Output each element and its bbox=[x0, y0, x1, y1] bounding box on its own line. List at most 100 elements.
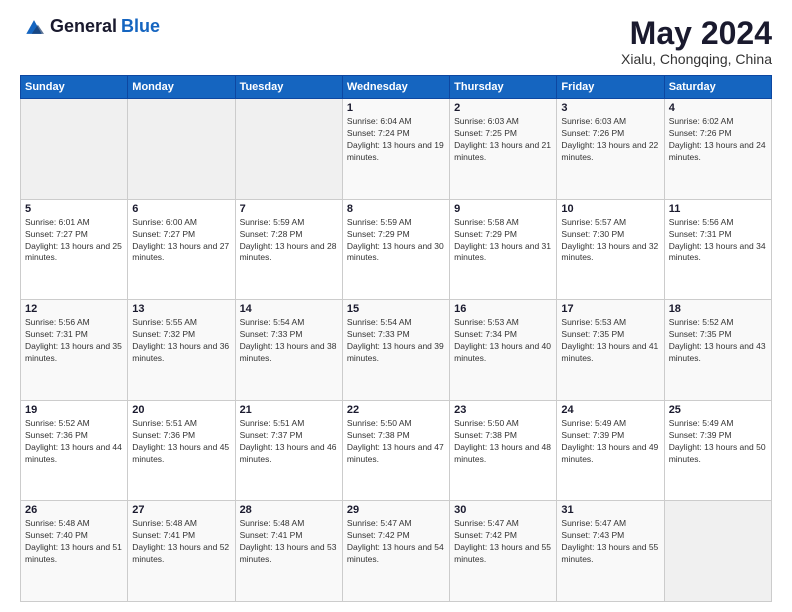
calendar-week-2: 5 Sunrise: 6:01 AMSunset: 7:27 PMDayligh… bbox=[21, 199, 772, 300]
calendar-body: 1 Sunrise: 6:04 AMSunset: 7:24 PMDayligh… bbox=[21, 99, 772, 602]
calendar-cell: 28 Sunrise: 5:48 AMSunset: 7:41 PMDaylig… bbox=[235, 501, 342, 602]
header: General Blue May 2024 Xialu, Chongqing, … bbox=[20, 16, 772, 67]
calendar-week-3: 12 Sunrise: 5:56 AMSunset: 7:31 PMDaylig… bbox=[21, 300, 772, 401]
day-number: 27 bbox=[132, 504, 230, 516]
calendar-cell: 8 Sunrise: 5:59 AMSunset: 7:29 PMDayligh… bbox=[342, 199, 449, 300]
day-number: 31 bbox=[561, 504, 659, 516]
day-info: Sunrise: 5:58 AMSunset: 7:29 PMDaylight:… bbox=[454, 217, 551, 263]
day-number: 6 bbox=[132, 203, 230, 215]
day-number: 18 bbox=[669, 303, 767, 315]
day-info: Sunrise: 6:00 AMSunset: 7:27 PMDaylight:… bbox=[132, 217, 229, 263]
day-info: Sunrise: 5:48 AMSunset: 7:41 PMDaylight:… bbox=[132, 518, 229, 564]
header-wednesday: Wednesday bbox=[342, 76, 449, 99]
calendar-week-5: 26 Sunrise: 5:48 AMSunset: 7:40 PMDaylig… bbox=[21, 501, 772, 602]
calendar-cell: 1 Sunrise: 6:04 AMSunset: 7:24 PMDayligh… bbox=[342, 99, 449, 200]
day-info: Sunrise: 5:53 AMSunset: 7:34 PMDaylight:… bbox=[454, 317, 551, 363]
day-number: 1 bbox=[347, 102, 445, 114]
day-info: Sunrise: 5:59 AMSunset: 7:28 PMDaylight:… bbox=[240, 217, 337, 263]
day-info: Sunrise: 5:47 AMSunset: 7:42 PMDaylight:… bbox=[347, 518, 444, 564]
calendar-cell: 26 Sunrise: 5:48 AMSunset: 7:40 PMDaylig… bbox=[21, 501, 128, 602]
day-info: Sunrise: 5:54 AMSunset: 7:33 PMDaylight:… bbox=[240, 317, 337, 363]
day-info: Sunrise: 5:53 AMSunset: 7:35 PMDaylight:… bbox=[561, 317, 658, 363]
day-info: Sunrise: 6:03 AMSunset: 7:25 PMDaylight:… bbox=[454, 116, 551, 162]
day-number: 16 bbox=[454, 303, 552, 315]
calendar-cell bbox=[128, 99, 235, 200]
day-info: Sunrise: 5:50 AMSunset: 7:38 PMDaylight:… bbox=[454, 418, 551, 464]
calendar-cell: 23 Sunrise: 5:50 AMSunset: 7:38 PMDaylig… bbox=[450, 400, 557, 501]
day-info: Sunrise: 6:04 AMSunset: 7:24 PMDaylight:… bbox=[347, 116, 444, 162]
calendar-cell: 10 Sunrise: 5:57 AMSunset: 7:30 PMDaylig… bbox=[557, 199, 664, 300]
day-number: 13 bbox=[132, 303, 230, 315]
day-info: Sunrise: 5:49 AMSunset: 7:39 PMDaylight:… bbox=[669, 418, 766, 464]
day-info: Sunrise: 5:50 AMSunset: 7:38 PMDaylight:… bbox=[347, 418, 444, 464]
day-number: 8 bbox=[347, 203, 445, 215]
day-number: 28 bbox=[240, 504, 338, 516]
calendar-page: General Blue May 2024 Xialu, Chongqing, … bbox=[0, 0, 792, 612]
day-number: 9 bbox=[454, 203, 552, 215]
day-info: Sunrise: 5:57 AMSunset: 7:30 PMDaylight:… bbox=[561, 217, 658, 263]
day-info: Sunrise: 5:56 AMSunset: 7:31 PMDaylight:… bbox=[669, 217, 766, 263]
day-number: 26 bbox=[25, 504, 123, 516]
calendar-week-1: 1 Sunrise: 6:04 AMSunset: 7:24 PMDayligh… bbox=[21, 99, 772, 200]
day-info: Sunrise: 5:55 AMSunset: 7:32 PMDaylight:… bbox=[132, 317, 229, 363]
day-number: 20 bbox=[132, 404, 230, 416]
weekday-row: Sunday Monday Tuesday Wednesday Thursday… bbox=[21, 76, 772, 99]
calendar-cell: 16 Sunrise: 5:53 AMSunset: 7:34 PMDaylig… bbox=[450, 300, 557, 401]
day-number: 4 bbox=[669, 102, 767, 114]
day-info: Sunrise: 6:03 AMSunset: 7:26 PMDaylight:… bbox=[561, 116, 658, 162]
calendar-cell: 17 Sunrise: 5:53 AMSunset: 7:35 PMDaylig… bbox=[557, 300, 664, 401]
day-number: 12 bbox=[25, 303, 123, 315]
calendar-cell: 4 Sunrise: 6:02 AMSunset: 7:26 PMDayligh… bbox=[664, 99, 771, 200]
calendar-cell bbox=[21, 99, 128, 200]
day-info: Sunrise: 5:48 AMSunset: 7:40 PMDaylight:… bbox=[25, 518, 122, 564]
logo-icon bbox=[22, 17, 46, 37]
day-info: Sunrise: 5:52 AMSunset: 7:35 PMDaylight:… bbox=[669, 317, 766, 363]
day-number: 5 bbox=[25, 203, 123, 215]
header-thursday: Thursday bbox=[450, 76, 557, 99]
header-sunday: Sunday bbox=[21, 76, 128, 99]
day-info: Sunrise: 5:54 AMSunset: 7:33 PMDaylight:… bbox=[347, 317, 444, 363]
day-info: Sunrise: 5:56 AMSunset: 7:31 PMDaylight:… bbox=[25, 317, 122, 363]
calendar-cell bbox=[235, 99, 342, 200]
day-number: 7 bbox=[240, 203, 338, 215]
header-saturday: Saturday bbox=[664, 76, 771, 99]
day-info: Sunrise: 5:51 AMSunset: 7:37 PMDaylight:… bbox=[240, 418, 337, 464]
calendar-cell: 11 Sunrise: 5:56 AMSunset: 7:31 PMDaylig… bbox=[664, 199, 771, 300]
day-number: 23 bbox=[454, 404, 552, 416]
day-info: Sunrise: 5:48 AMSunset: 7:41 PMDaylight:… bbox=[240, 518, 337, 564]
calendar-cell: 15 Sunrise: 5:54 AMSunset: 7:33 PMDaylig… bbox=[342, 300, 449, 401]
calendar-cell: 9 Sunrise: 5:58 AMSunset: 7:29 PMDayligh… bbox=[450, 199, 557, 300]
day-number: 11 bbox=[669, 203, 767, 215]
header-friday: Friday bbox=[557, 76, 664, 99]
day-number: 22 bbox=[347, 404, 445, 416]
title-block: May 2024 Xialu, Chongqing, China bbox=[621, 16, 772, 67]
logo: General Blue bbox=[20, 16, 160, 37]
logo-blue: Blue bbox=[121, 16, 160, 37]
day-number: 21 bbox=[240, 404, 338, 416]
calendar-cell: 19 Sunrise: 5:52 AMSunset: 7:36 PMDaylig… bbox=[21, 400, 128, 501]
calendar-cell: 6 Sunrise: 6:00 AMSunset: 7:27 PMDayligh… bbox=[128, 199, 235, 300]
day-info: Sunrise: 5:47 AMSunset: 7:42 PMDaylight:… bbox=[454, 518, 551, 564]
day-number: 30 bbox=[454, 504, 552, 516]
day-number: 3 bbox=[561, 102, 659, 114]
calendar-cell: 12 Sunrise: 5:56 AMSunset: 7:31 PMDaylig… bbox=[21, 300, 128, 401]
day-info: Sunrise: 6:01 AMSunset: 7:27 PMDaylight:… bbox=[25, 217, 122, 263]
calendar-cell: 13 Sunrise: 5:55 AMSunset: 7:32 PMDaylig… bbox=[128, 300, 235, 401]
month-year: May 2024 bbox=[621, 16, 772, 51]
calendar-cell: 27 Sunrise: 5:48 AMSunset: 7:41 PMDaylig… bbox=[128, 501, 235, 602]
calendar-cell: 18 Sunrise: 5:52 AMSunset: 7:35 PMDaylig… bbox=[664, 300, 771, 401]
calendar-table: Sunday Monday Tuesday Wednesday Thursday… bbox=[20, 75, 772, 602]
calendar-cell: 31 Sunrise: 5:47 AMSunset: 7:43 PMDaylig… bbox=[557, 501, 664, 602]
calendar-cell: 5 Sunrise: 6:01 AMSunset: 7:27 PMDayligh… bbox=[21, 199, 128, 300]
header-monday: Monday bbox=[128, 76, 235, 99]
calendar-cell: 14 Sunrise: 5:54 AMSunset: 7:33 PMDaylig… bbox=[235, 300, 342, 401]
day-number: 14 bbox=[240, 303, 338, 315]
location: Xialu, Chongqing, China bbox=[621, 51, 772, 67]
calendar-cell: 20 Sunrise: 5:51 AMSunset: 7:36 PMDaylig… bbox=[128, 400, 235, 501]
day-number: 2 bbox=[454, 102, 552, 114]
logo-general: General bbox=[50, 16, 117, 37]
calendar-cell: 2 Sunrise: 6:03 AMSunset: 7:25 PMDayligh… bbox=[450, 99, 557, 200]
day-number: 17 bbox=[561, 303, 659, 315]
calendar-cell: 22 Sunrise: 5:50 AMSunset: 7:38 PMDaylig… bbox=[342, 400, 449, 501]
calendar-header: Sunday Monday Tuesday Wednesday Thursday… bbox=[21, 76, 772, 99]
